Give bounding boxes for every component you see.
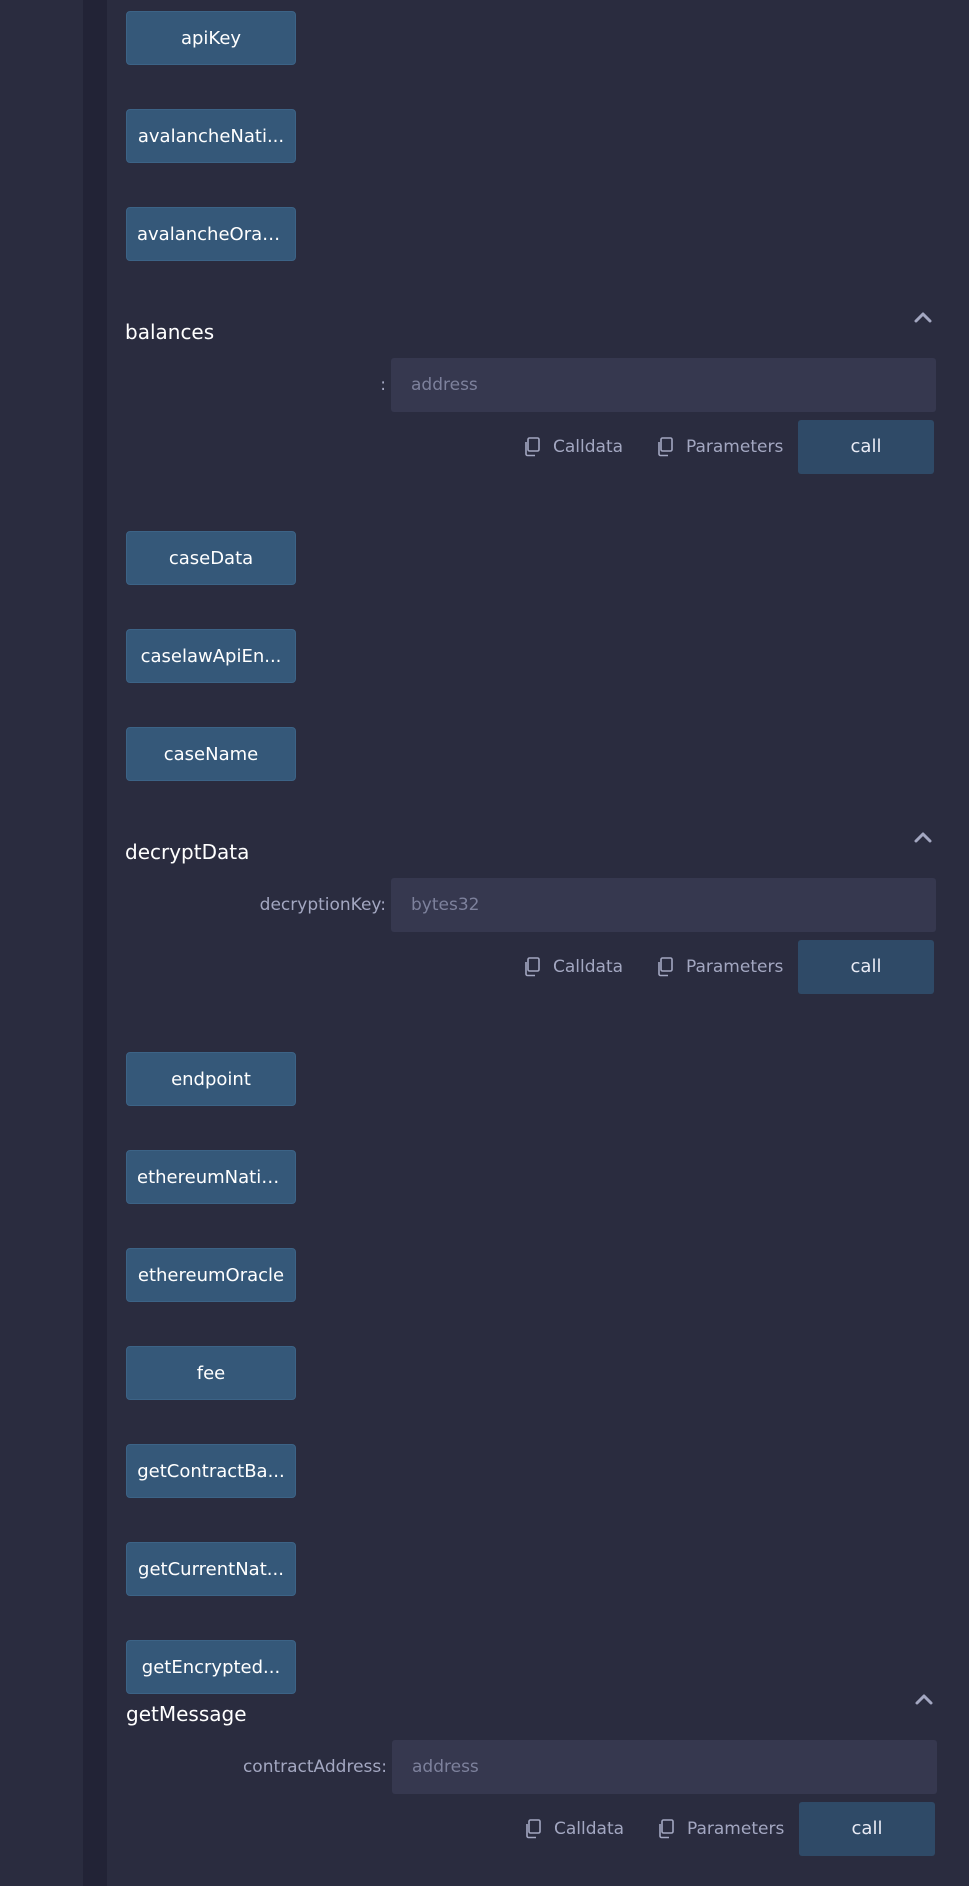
parameters-label: Parameters [687, 1819, 785, 1839]
param-label-balances: : [380, 375, 386, 395]
copy-icon [656, 437, 674, 457]
copy-icon [523, 957, 541, 977]
function-button-get-current-native[interactable]: getCurrentNat... [126, 1542, 296, 1596]
calldata-label: Calldata [553, 957, 624, 977]
copy-icon [523, 437, 541, 457]
collapse-decryptdata-chevron-up-icon[interactable] [911, 826, 935, 850]
copy-calldata-balances[interactable]: Calldata [523, 432, 623, 462]
copy-icon [656, 957, 674, 977]
function-button-casedata[interactable]: caseData [126, 531, 296, 585]
section-title-balances: balances [125, 320, 215, 344]
call-button-decryptdata[interactable]: call [798, 940, 934, 994]
param-input-decryptdata[interactable] [391, 878, 936, 932]
copy-parameters-getmessage[interactable]: Parameters [657, 1814, 784, 1844]
copy-icon [524, 1819, 542, 1839]
function-button-get-contract-balance[interactable]: getContractBa... [126, 1444, 296, 1498]
copy-parameters-balances[interactable]: Parameters [656, 432, 783, 462]
collapse-getmessage-chevron-up-icon[interactable] [912, 1688, 936, 1712]
function-button-fee[interactable]: fee [126, 1346, 296, 1400]
function-button-caselaw-api-endpoint[interactable]: caselawApiEn... [126, 629, 296, 683]
copy-calldata-decryptdata[interactable]: Calldata [523, 952, 623, 982]
call-button-balances[interactable]: call [798, 420, 934, 474]
copy-icon [657, 1819, 675, 1839]
parameters-label: Parameters [686, 437, 784, 457]
calldata-label: Calldata [554, 1819, 625, 1839]
call-button-getmessage[interactable]: call [799, 1802, 935, 1856]
param-input-balances[interactable] [391, 358, 936, 412]
parameters-label: Parameters [686, 957, 784, 977]
function-button-ethereum-oracle[interactable]: ethereumOracle [126, 1248, 296, 1302]
panel-gutter [83, 0, 107, 1886]
left-rail [0, 0, 84, 1886]
section-title-decryptdata: decryptData [125, 840, 250, 864]
function-button-ethereum-native[interactable]: ethereumNativ... [126, 1150, 296, 1204]
remix-deployed-contract-panel: apiKey avalancheNati... avalancheOrac...… [0, 0, 969, 1886]
function-button-apikey[interactable]: apiKey [126, 11, 296, 65]
function-button-casename[interactable]: caseName [126, 727, 296, 781]
function-button-endpoint[interactable]: endpoint [126, 1052, 296, 1106]
param-label-decryptdata: decryptionKey: [259, 895, 386, 915]
param-input-getmessage[interactable] [392, 1740, 937, 1794]
param-label-getmessage: contractAddress: [242, 1757, 387, 1777]
function-button-avalanche-oracle[interactable]: avalancheOrac... [126, 207, 296, 261]
copy-parameters-decryptdata[interactable]: Parameters [656, 952, 783, 982]
calldata-label: Calldata [553, 437, 624, 457]
function-button-get-encrypted[interactable]: getEncrypted... [126, 1640, 296, 1694]
function-button-avalanche-native[interactable]: avalancheNati... [126, 109, 296, 163]
copy-calldata-getmessage[interactable]: Calldata [524, 1814, 624, 1844]
section-title-getmessage: getMessage [126, 1702, 247, 1726]
collapse-balances-chevron-up-icon[interactable] [911, 306, 935, 330]
